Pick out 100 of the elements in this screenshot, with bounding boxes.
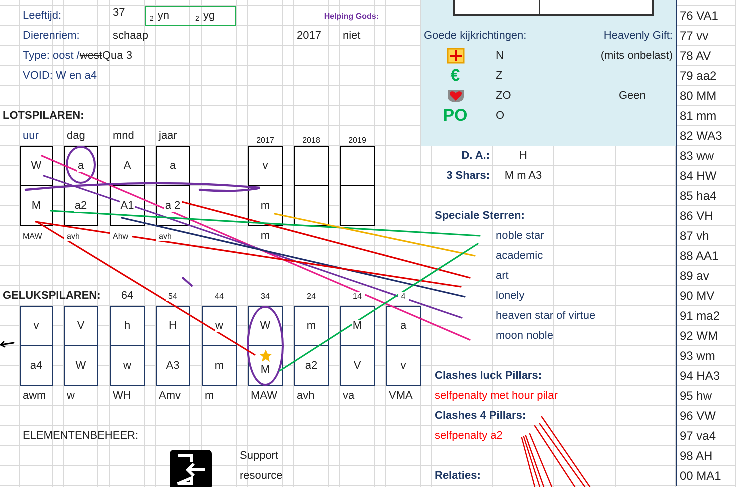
pillar-note: MAW — [250, 390, 278, 402]
pillar-cell: h — [110, 306, 145, 346]
index-entry: 78 AV — [679, 49, 712, 63]
direction-symbol: € — [450, 66, 460, 86]
gift-value: Geen — [618, 90, 647, 102]
support-text: Support — [239, 450, 280, 462]
pillar-note: VMA — [388, 390, 414, 402]
age-box-text: yn — [158, 10, 170, 22]
index-entry: 86 VH — [679, 209, 714, 223]
index-entry: 76 VA1 — [679, 9, 720, 23]
index-entry: 89 av — [679, 269, 710, 283]
support-text: resource — [239, 470, 284, 482]
special-star-label: academic — [495, 250, 544, 262]
helping-gods-label: Helping Gods: — [324, 12, 380, 20]
pillar-text: A3 — [165, 360, 181, 372]
pillar-note: awm — [22, 390, 48, 402]
pillar-note: WH — [112, 390, 132, 402]
pen-tick — [182, 277, 193, 287]
pillar-cell: M — [340, 306, 375, 346]
shars-label: 3 Shars: — [446, 170, 491, 182]
column-heading: mnd — [112, 130, 136, 142]
clashes-label: Clashes luck Pillars: — [434, 370, 543, 382]
pillar-text: V — [352, 360, 362, 372]
arrow-icon — [0, 341, 15, 348]
pillar-cell: m — [294, 306, 329, 346]
special-star-label: lonely — [495, 290, 526, 302]
pillar-cell: a2 — [64, 186, 98, 226]
year-heading: 2017 — [256, 136, 276, 146]
da-label: D. A.: — [460, 150, 491, 162]
year-value: 2017 — [296, 30, 322, 42]
column-heading: uur — [22, 130, 40, 142]
pillar-note: m — [204, 390, 216, 402]
type-line: Type: oost /westQua 3 — [22, 50, 134, 62]
index-entry: 92 WM — [679, 329, 720, 343]
pillar-note: va — [342, 390, 356, 402]
pillar-note: Ahw — [110, 232, 132, 240]
gift-note: (mits onbelast) — [600, 50, 674, 62]
zodiac-label: Dierenriem: — [22, 30, 81, 42]
void-line: VOID: W en a4 — [22, 70, 98, 82]
direction-label: N — [495, 50, 505, 62]
age-label: 4 — [398, 292, 409, 300]
index-entry: 81 mm — [679, 109, 718, 123]
relations-label: Relaties: — [434, 470, 482, 482]
year-heading: 2019 — [348, 136, 368, 146]
age-box-text: yg — [203, 10, 216, 22]
pillar-text: W — [74, 360, 88, 372]
direction-label: O — [495, 110, 506, 122]
pillar-cell: v — [248, 146, 283, 186]
pillar-cell: V — [64, 306, 98, 346]
pillar-cell: a — [156, 146, 190, 186]
index-entry: 88 AA1 — [679, 249, 720, 263]
direction-label: Z — [495, 70, 504, 82]
age-label: 34 — [258, 292, 273, 300]
pillar-cell: W — [20, 146, 53, 186]
age-label: 24 — [304, 292, 319, 300]
pillar-cell: A — [110, 146, 145, 186]
age-label: Leeftijd: — [22, 10, 63, 22]
pillar-note: avh — [296, 390, 316, 402]
pillar-note: Amv — [158, 390, 182, 402]
pillar-text: a2 — [304, 360, 319, 372]
index-entry: 90 MV — [679, 289, 716, 303]
zodiac-value: schaap — [112, 30, 150, 42]
special-star-label: heaven star of virtue — [495, 310, 597, 322]
clashes-label: Clashes 4 Pillars: — [434, 410, 528, 422]
year-status: niet — [342, 30, 362, 42]
clash-text: selfpenalty a2 — [434, 430, 504, 442]
special-star-label: moon noble — [495, 330, 554, 342]
direction-symbol: PO — [443, 106, 468, 126]
special-stars-label: Speciale Sterren: — [434, 210, 526, 222]
shars-value: M m A3 — [504, 170, 544, 182]
index-entry: 00 MA1 — [679, 469, 722, 483]
index-entry: 84 HW — [679, 169, 718, 183]
special-star-label: art — [495, 270, 510, 282]
index-entry: 96 VW — [679, 409, 718, 423]
age-value: 37 — [112, 6, 126, 19]
pillar-cell: v — [20, 306, 53, 346]
gift-label: Heavenly Gift: — [602, 30, 674, 42]
pillar-cell: w — [202, 306, 237, 346]
section-title: ELEMENTENBEHEER: — [22, 430, 140, 442]
index-entry: 83 ww — [679, 149, 716, 163]
index-entry: 95 hw — [679, 389, 714, 403]
pillar-cell: M — [20, 186, 53, 226]
index-entry: 82 WA3 — [679, 129, 724, 143]
index-entry: 79 aa2 — [679, 69, 718, 83]
index-entry: 87 vh — [679, 229, 710, 243]
special-star-label: noble star — [495, 230, 546, 242]
index-entry: 80 MM — [679, 89, 718, 103]
index-entry: 91 ma2 — [679, 309, 722, 323]
index-entry: 85 ha4 — [679, 189, 718, 203]
index-entry: 94 HA3 — [679, 369, 722, 383]
age-label: 44 — [212, 292, 227, 300]
direction-label: ZO — [495, 90, 512, 102]
pillar-cell: a — [386, 306, 421, 346]
pillar-cell: H — [156, 306, 190, 346]
directions-label: Goede kijkrichtingen: — [423, 30, 528, 42]
pillar-text: M — [260, 364, 272, 376]
cross-icon — [446, 48, 464, 64]
pillar-note: w — [66, 390, 76, 402]
pillar-cell: m — [248, 186, 283, 226]
column-heading: dag — [66, 130, 86, 142]
